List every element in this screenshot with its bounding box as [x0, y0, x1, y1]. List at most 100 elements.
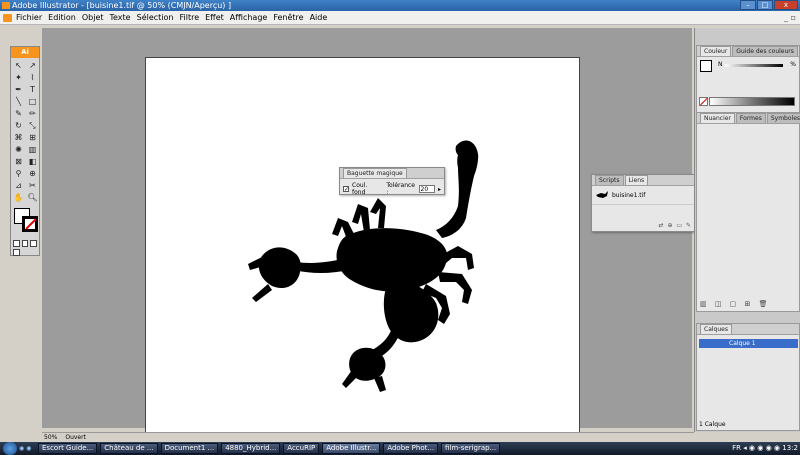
- menu-selection[interactable]: Sélection: [137, 13, 174, 22]
- window-title: Adobe Illustrator - [buisine1.tif @ 50% …: [12, 1, 232, 10]
- minimize-button[interactable]: –: [740, 0, 756, 10]
- close-button[interactable]: x: [774, 0, 798, 10]
- mesh-tool-icon[interactable]: ⊠: [12, 156, 25, 167]
- task-adobe-illustrator[interactable]: Adobe Illustr...: [322, 443, 381, 454]
- maximize-button[interactable]: □: [757, 0, 773, 10]
- hand-tool-icon[interactable]: ✋: [12, 192, 25, 203]
- tab-brushes[interactable]: Formes: [735, 113, 766, 123]
- lasso-tool-icon[interactable]: ⌇: [26, 72, 39, 83]
- black-slider[interactable]: [725, 64, 783, 67]
- gradient-tool-icon[interactable]: ◧: [26, 156, 39, 167]
- color-mode-icon[interactable]: [13, 240, 20, 247]
- task-document1[interactable]: Document1 ...: [160, 443, 219, 454]
- warp-tool-icon[interactable]: ⌘: [12, 132, 25, 143]
- scissors-tool-icon[interactable]: ✂: [26, 180, 39, 191]
- right-panel-dock: Couleur Guide des couleurs N % Nuancier …: [694, 28, 800, 432]
- graph-tool-icon[interactable]: ▥: [26, 144, 39, 155]
- layer-name: Calque 1: [729, 340, 756, 347]
- task-escort-guide[interactable]: Escort Guide...: [38, 443, 98, 454]
- task-film-serigraphie[interactable]: film-serigrap...: [441, 443, 501, 454]
- color-panel: Couleur Guide des couleurs N %: [696, 45, 800, 121]
- screen-mode-icon[interactable]: [13, 249, 20, 256]
- fill-color-checkbox[interactable]: ✓: [343, 186, 349, 193]
- task-chateau[interactable]: Château de ...: [100, 443, 158, 454]
- swatches-footer-icons[interactable]: ▥ ◫ ▢ ⊞ 🗑︎: [700, 300, 771, 308]
- pencil-tool-icon[interactable]: ✏: [26, 108, 39, 119]
- tab-links[interactable]: Liens: [624, 175, 649, 185]
- gradient-mode-icon[interactable]: [21, 240, 29, 247]
- menu-filtre[interactable]: Filtre: [179, 13, 199, 22]
- language-indicator[interactable]: FR: [732, 444, 741, 452]
- layer-row[interactable]: Calque 1: [699, 339, 798, 348]
- scorpion-artwork[interactable]: [146, 58, 581, 438]
- task-adobe-photoshop[interactable]: Adobe Phot...: [383, 443, 439, 454]
- magic-wand-panel: Baguette magique ✓ Coul. fond Tolérance …: [339, 167, 445, 196]
- swatches-panel: Nuancier Formes Symboles ▥ ◫ ▢ ⊞ 🗑︎: [696, 112, 800, 312]
- color-spectrum-bar[interactable]: [709, 97, 795, 106]
- links-panel: Scripts Liens buisine1.tif ⇄ ⊕ ▭ ✎: [591, 174, 697, 232]
- document-window-controls[interactable]: _ ▫: [784, 13, 796, 22]
- taskbar: ◉ ◉ Escort Guide... Château de ... Docum…: [0, 442, 800, 455]
- scorpion-thumbnail-icon: [596, 191, 608, 198]
- stroke-swatch[interactable]: [22, 216, 38, 232]
- magic-wand-tool-icon[interactable]: ✦: [12, 72, 25, 83]
- rectangle-tool-icon[interactable]: □: [26, 96, 39, 107]
- menu-edition[interactable]: Edition: [48, 13, 76, 22]
- tab-color-guide[interactable]: Guide des couleurs: [732, 46, 798, 56]
- eyedropper-tool-icon[interactable]: ⚲: [12, 168, 25, 179]
- fill-color-label: Coul. fond: [352, 182, 368, 196]
- clock[interactable]: 13:2: [782, 444, 798, 452]
- task-accurip[interactable]: AccuRIP: [283, 443, 320, 454]
- link-filename: buisine1.tif: [612, 191, 646, 199]
- blend-tool-icon[interactable]: ⊕: [26, 168, 39, 179]
- menu-fichier[interactable]: Fichier: [16, 13, 42, 22]
- illustrator-app-icon: [2, 2, 10, 9]
- menu-affichage[interactable]: Affichage: [230, 13, 268, 22]
- paintbrush-tool-icon[interactable]: ✎: [12, 108, 25, 119]
- zoom-tool-icon[interactable]: 🔍︎: [26, 192, 39, 203]
- title-bar: Adobe Illustrator - [buisine1.tif @ 50% …: [0, 0, 800, 11]
- tab-swatches[interactable]: Nuancier: [700, 113, 735, 123]
- none-color-swatch[interactable]: [699, 97, 708, 106]
- rotate-tool-icon[interactable]: ↻: [12, 120, 25, 131]
- artboard[interactable]: [145, 57, 580, 437]
- tolerance-input[interactable]: 20: [418, 185, 435, 193]
- free-transform-tool-icon[interactable]: ⊞: [26, 132, 39, 143]
- pen-tool-icon[interactable]: ✒: [12, 84, 25, 95]
- fill-stroke-widget[interactable]: [13, 207, 38, 237]
- direct-selection-tool-icon[interactable]: ↗: [26, 60, 39, 71]
- type-tool-icon[interactable]: T: [26, 84, 39, 95]
- status-bar: 50% Ouvert: [42, 432, 694, 442]
- tab-layers[interactable]: Calques: [700, 324, 732, 334]
- start-button[interactable]: [3, 442, 17, 455]
- link-item[interactable]: buisine1.tif: [592, 186, 696, 205]
- symbol-sprayer-tool-icon[interactable]: ✺: [12, 144, 25, 155]
- none-mode-icon[interactable]: [30, 240, 38, 247]
- zoom-level[interactable]: 50%: [44, 433, 57, 442]
- tab-symbols[interactable]: Symboles: [766, 113, 800, 123]
- task-4880-hybrid[interactable]: 4880_Hybrid...: [221, 443, 281, 454]
- status-mode[interactable]: Ouvert: [65, 433, 86, 442]
- menu-bar: Fichier Edition Objet Texte Sélection Fi…: [0, 11, 800, 25]
- links-footer-icons[interactable]: ⇄ ⊕ ▭ ✎: [659, 222, 692, 229]
- quick-launch-icons[interactable]: ◉ ◉: [19, 445, 35, 452]
- menu-texte[interactable]: Texte: [110, 13, 131, 22]
- tolerance-arrow-icon[interactable]: ▸: [438, 186, 441, 193]
- menu-fenetre[interactable]: Fenêtre: [273, 13, 303, 22]
- slice-tool-icon[interactable]: ⊿: [12, 180, 25, 191]
- document-icon[interactable]: [3, 14, 12, 22]
- menu-objet[interactable]: Objet: [82, 13, 104, 22]
- tab-color[interactable]: Couleur: [700, 46, 732, 56]
- tab-scripts[interactable]: Scripts: [595, 175, 624, 185]
- tab-magic-wand[interactable]: Baguette magique: [343, 168, 407, 178]
- menu-aide[interactable]: Aide: [310, 13, 328, 22]
- color-fill-stroke-icon[interactable]: [700, 60, 712, 72]
- line-tool-icon[interactable]: ╲: [12, 96, 25, 107]
- tray-icons[interactable]: ◂ ◉ ◉ ◉ ◉: [743, 444, 782, 452]
- menu-effet[interactable]: Effet: [205, 13, 224, 22]
- layers-panel: Calques Calque 1 1 Calque: [696, 323, 800, 431]
- ai-logo: Ai: [11, 47, 39, 58]
- selection-tool-icon[interactable]: ↖: [12, 60, 25, 71]
- scale-tool-icon[interactable]: ⤡: [26, 120, 39, 131]
- tolerance-label: Tolérance :: [386, 182, 415, 196]
